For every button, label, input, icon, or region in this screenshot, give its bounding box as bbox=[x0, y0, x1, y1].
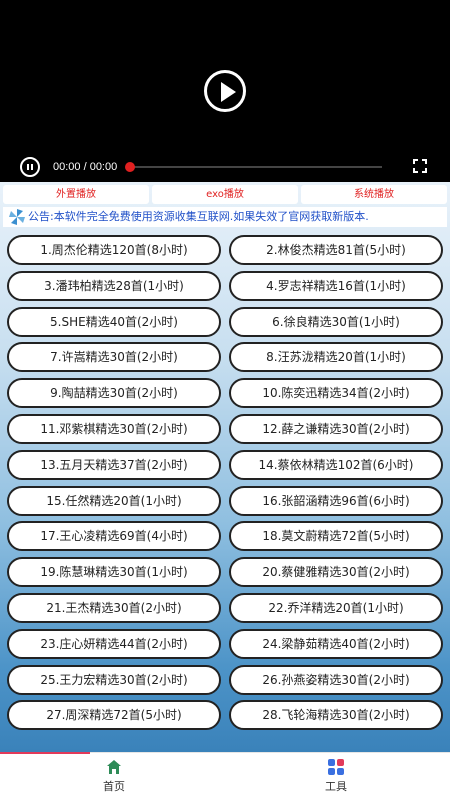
nav-home[interactable]: 首页 bbox=[84, 759, 144, 794]
playlist-item[interactable]: 26.孙燕姿精选30首(2小时) bbox=[229, 664, 443, 695]
tools-grid-icon bbox=[328, 759, 344, 775]
playlist-item[interactable]: 28.飞轮海精选30首(2小时) bbox=[229, 700, 443, 731]
playlist-item[interactable]: 16.张韶涵精选96首(6小时) bbox=[229, 485, 443, 516]
bottom-nav: 首页 工具 bbox=[0, 752, 450, 800]
playlist-item[interactable]: 20.蔡健雅精选30首(2小时) bbox=[229, 557, 443, 588]
playlist-item[interactable]: 12.薛之谦精选30首(2小时) bbox=[229, 414, 443, 444]
tab-external-player[interactable]: 外置播放 bbox=[3, 185, 149, 204]
playlist-item[interactable]: 21.王杰精选30首(2小时) bbox=[7, 593, 221, 623]
pinwheel-icon bbox=[9, 209, 25, 225]
progress-bar[interactable] bbox=[130, 166, 382, 168]
playlist-item[interactable]: 25.王力宏精选30首(2小时) bbox=[7, 664, 221, 695]
playlist-item[interactable]: 18.莫文蔚精选72首(5小时) bbox=[229, 521, 443, 552]
playlist-item[interactable]: 11.邓紫棋精选30首(2小时) bbox=[7, 414, 221, 444]
playlist-item[interactable]: 14.蔡依林精选102首(6小时) bbox=[229, 449, 443, 480]
playlist-item[interactable]: 13.五月天精选37首(2小时) bbox=[7, 449, 221, 480]
fullscreen-icon[interactable] bbox=[413, 159, 427, 173]
progress-knob[interactable] bbox=[125, 162, 135, 172]
play-icon[interactable] bbox=[204, 70, 246, 112]
playlist-item[interactable]: 1.周杰伦精选120首(8小时) bbox=[7, 235, 221, 265]
tab-exo-player[interactable]: exo播放 bbox=[152, 185, 298, 204]
pause-icon[interactable] bbox=[20, 157, 40, 177]
nav-tools[interactable]: 工具 bbox=[306, 759, 366, 794]
notice-text: 公告:本软件完全免费使用资源收集互联网.如果失效了官网获取新版本. bbox=[28, 210, 369, 223]
playlist-item[interactable]: 9.陶喆精选30首(2小时) bbox=[7, 378, 221, 409]
playlist-item[interactable]: 2.林俊杰精选81首(5小时) bbox=[229, 235, 443, 265]
playlist-item[interactable]: 23.庄心妍精选44首(2小时) bbox=[7, 628, 221, 659]
playlist-item[interactable]: 22.乔洋精选20首(1小时) bbox=[229, 593, 443, 623]
notice-bar: 公告:本软件完全免费使用资源收集互联网.如果失效了官网获取新版本. bbox=[3, 207, 447, 227]
player-mode-tabs: 外置播放 exo播放 系统播放 bbox=[3, 185, 447, 204]
nav-home-label: 首页 bbox=[103, 780, 125, 793]
nav-accent-line bbox=[0, 752, 90, 754]
playlist-item[interactable]: 15.任然精选20首(1小时) bbox=[7, 485, 221, 516]
playlist-item[interactable]: 19.陈慧琳精选30首(1小时) bbox=[7, 557, 221, 588]
playlist-item[interactable]: 8.汪苏泷精选20首(1小时) bbox=[229, 342, 443, 373]
playlist-item[interactable]: 4.罗志祥精选16首(1小时) bbox=[229, 270, 443, 301]
playlist-item[interactable]: 10.陈奕迅精选34首(2小时) bbox=[229, 378, 443, 409]
playlist-item[interactable]: 5.SHE精选40首(2小时) bbox=[7, 306, 221, 337]
nav-tools-label: 工具 bbox=[325, 780, 347, 793]
home-icon bbox=[106, 759, 122, 775]
video-player[interactable]: 00:00 / 00:00 bbox=[0, 0, 450, 182]
playlist-item[interactable]: 7.许嵩精选30首(2小时) bbox=[7, 342, 221, 373]
playlist-item[interactable]: 24.梁静茹精选40首(2小时) bbox=[229, 628, 443, 659]
playlist-item[interactable]: 17.王心凌精选69首(4小时) bbox=[7, 521, 221, 552]
main-content[interactable]: 外置播放 exo播放 系统播放 公告:本软件完全免费使用资源收集互联网.如果失效… bbox=[0, 182, 450, 752]
playlist-item[interactable]: 3.潘玮柏精选28首(1小时) bbox=[7, 270, 221, 301]
playlist-item[interactable]: 27.周深精选72首(5小时) bbox=[7, 700, 221, 731]
time-display: 00:00 / 00:00 bbox=[53, 161, 118, 173]
tab-system-player[interactable]: 系统播放 bbox=[301, 185, 447, 204]
playlist-item[interactable]: 6.徐良精选30首(1小时) bbox=[229, 306, 443, 337]
